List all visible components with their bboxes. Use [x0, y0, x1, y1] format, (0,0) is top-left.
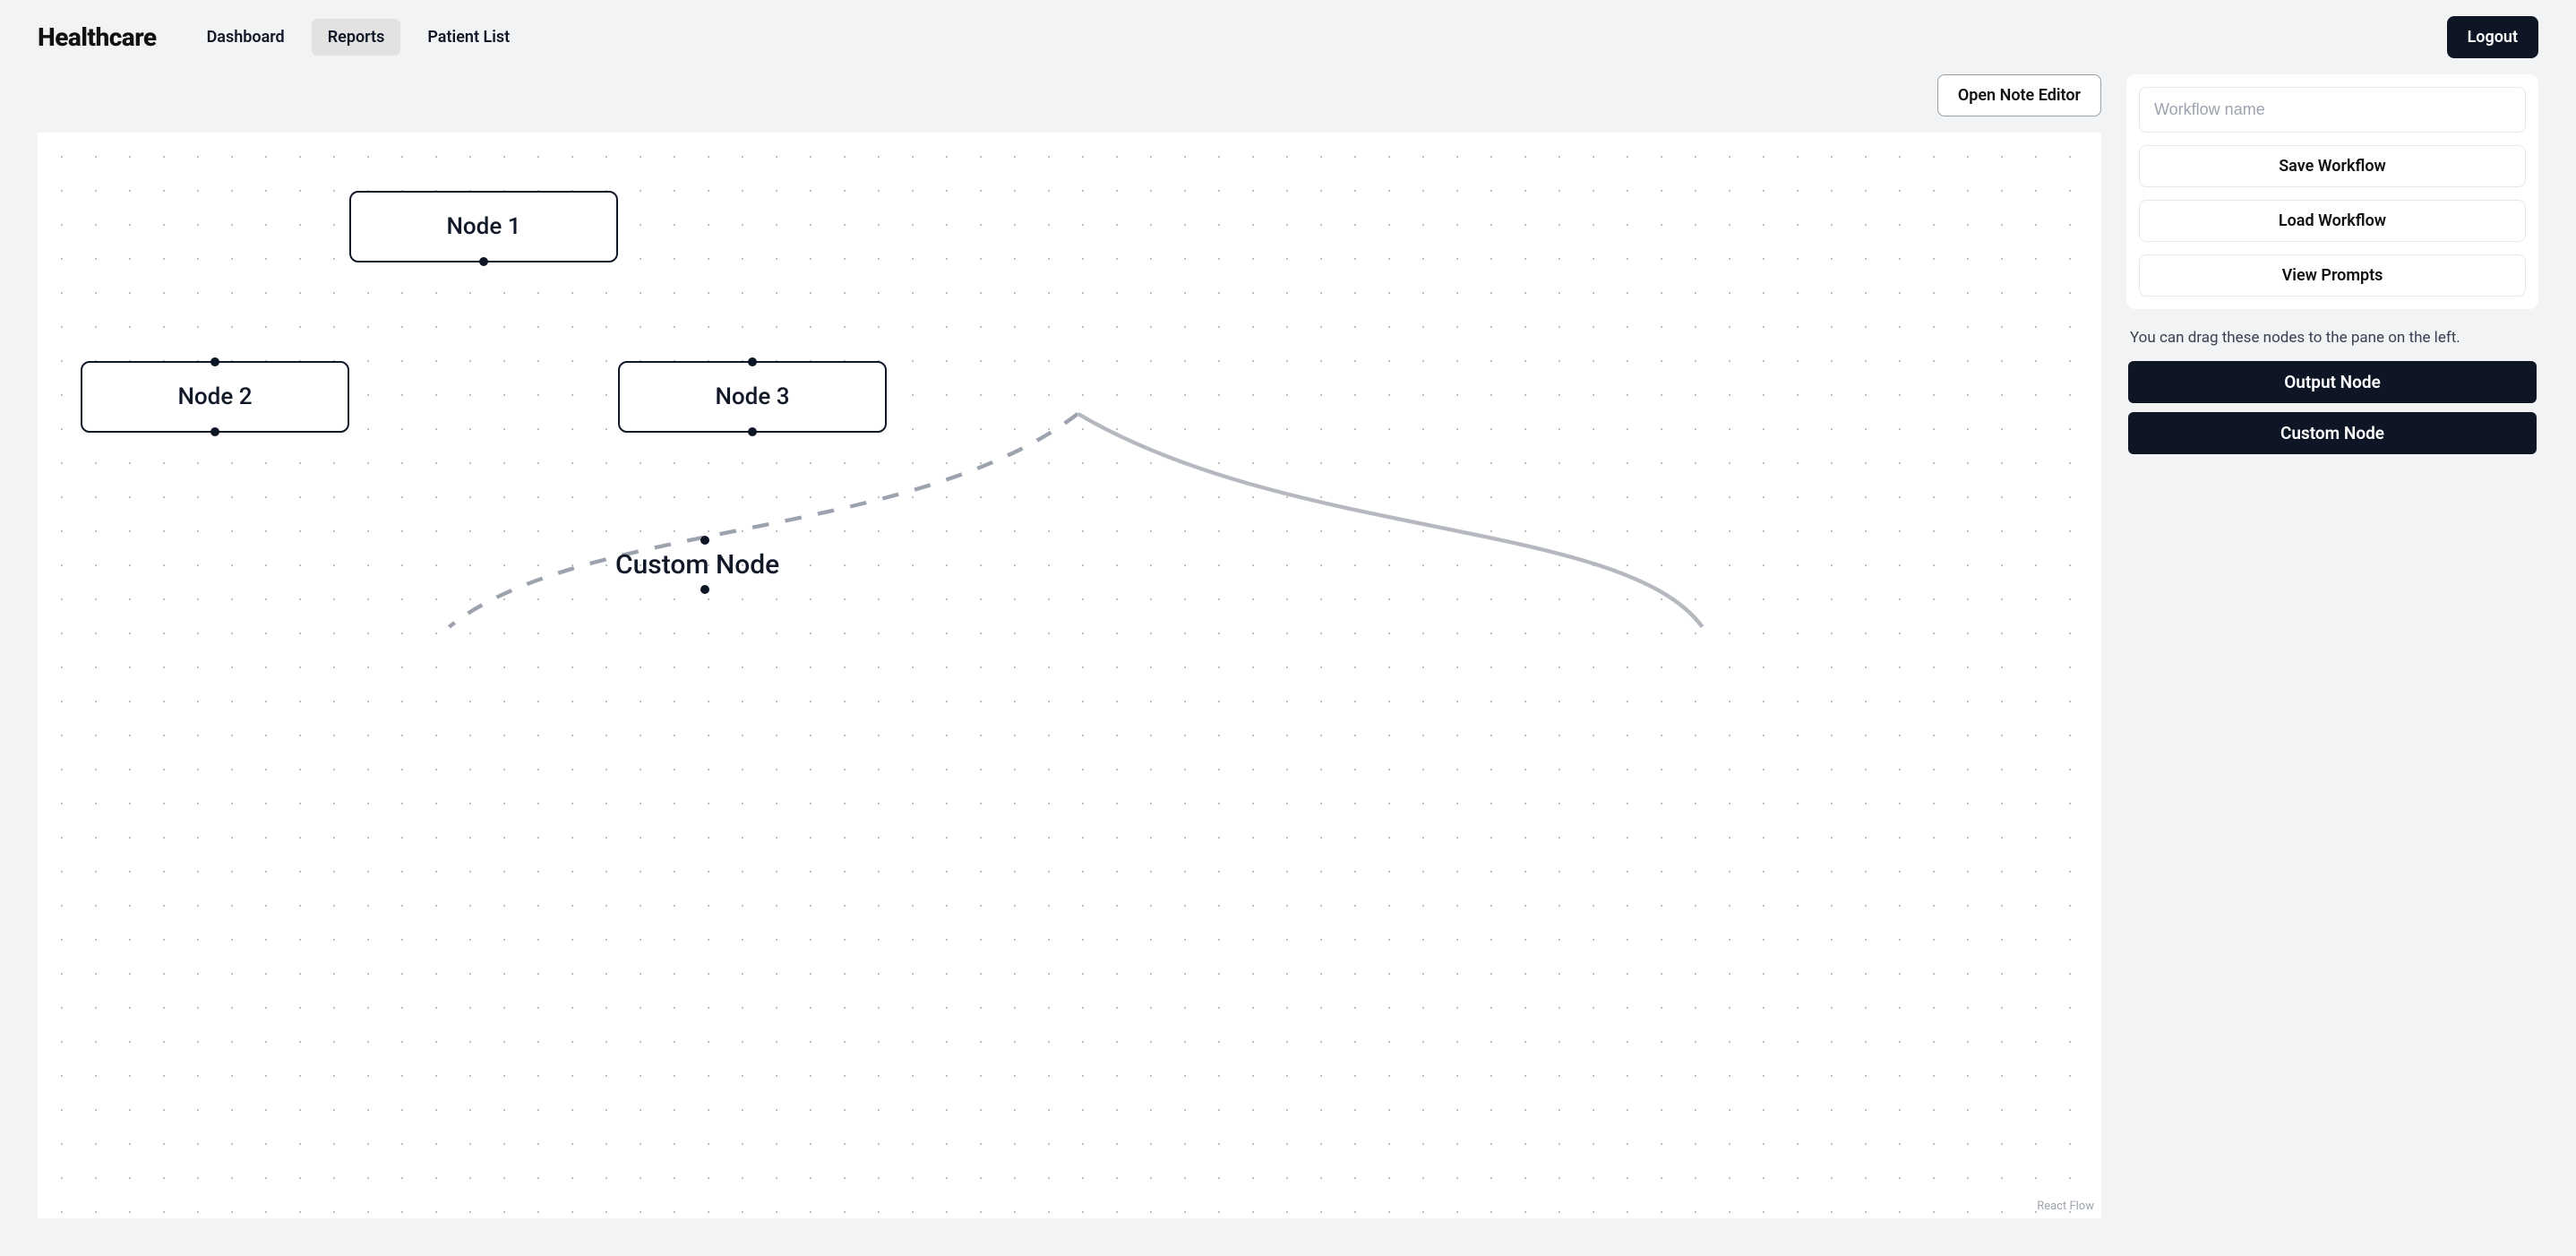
flow-node-1-handle-bottom[interactable]: [479, 257, 488, 266]
flow-custom-node-handle-bottom[interactable]: [700, 585, 709, 594]
top-nav: Healthcare Dashboard Reports Patient Lis…: [0, 0, 2576, 74]
workflow-card: Save Workflow Load Workflow View Prompts: [2126, 74, 2538, 309]
flow-custom-node-handle-top[interactable]: [700, 536, 709, 545]
save-workflow-button[interactable]: Save Workflow: [2139, 145, 2526, 187]
flow-node-1-label: Node 1: [446, 213, 520, 240]
nav-dashboard[interactable]: Dashboard: [191, 19, 301, 56]
flow-node-3-handle-top[interactable]: [748, 357, 757, 366]
flow-canvas[interactable]: Node 1 Node 2 Node 3 Custom Node: [38, 133, 2101, 1218]
flow-attribution: React Flow: [2037, 1200, 2094, 1213]
nav-reports[interactable]: Reports: [312, 19, 401, 56]
flow-custom-node[interactable]: Custom Node: [615, 549, 779, 581]
flow-node-2-handle-bottom[interactable]: [210, 427, 219, 436]
nav-patient-list[interactable]: Patient List: [411, 19, 526, 56]
flow-node-1[interactable]: Node 1: [349, 191, 618, 262]
flow-node-2-handle-top[interactable]: [210, 357, 219, 366]
nav-links: Dashboard Reports Patient List: [191, 19, 527, 56]
flow-edges: [38, 133, 2101, 1218]
flow-node-3-handle-bottom[interactable]: [748, 427, 757, 436]
brand-title: Healthcare: [38, 22, 157, 52]
flow-node-3[interactable]: Node 3: [618, 361, 887, 433]
load-workflow-button[interactable]: Load Workflow: [2139, 200, 2526, 242]
palette-output-node[interactable]: Output Node: [2128, 361, 2537, 403]
workflow-name-input[interactable]: [2139, 87, 2526, 133]
node-palette: Output Node Custom Node: [2126, 361, 2538, 456]
flow-node-3-label: Node 3: [715, 383, 789, 410]
open-note-editor-button[interactable]: Open Note Editor: [1937, 74, 2101, 116]
flow-node-2-label: Node 2: [177, 383, 252, 410]
view-prompts-button[interactable]: View Prompts: [2139, 254, 2526, 297]
flow-node-2[interactable]: Node 2: [81, 361, 349, 433]
drag-help-text: You can drag these nodes to the pane on …: [2126, 309, 2538, 361]
logout-button[interactable]: Logout: [2447, 16, 2538, 58]
palette-custom-node[interactable]: Custom Node: [2128, 412, 2537, 454]
